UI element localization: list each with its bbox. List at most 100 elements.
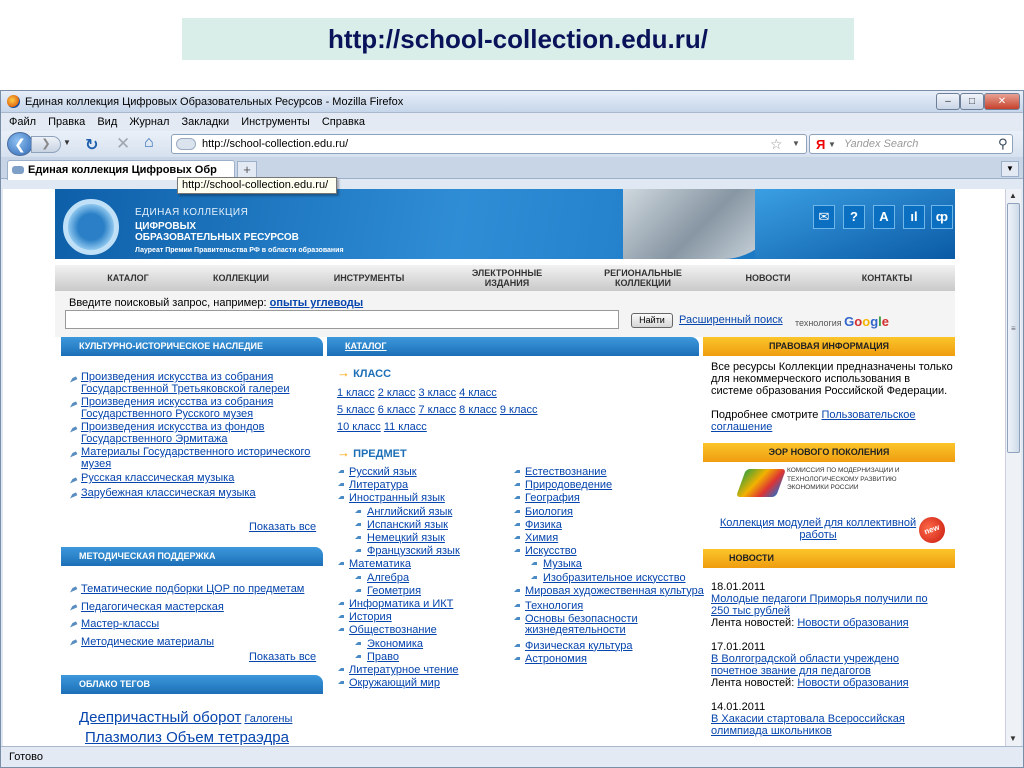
subject-link[interactable]: История: [349, 611, 392, 623]
search-placeholder[interactable]: Yandex Search: [844, 138, 918, 150]
class-link[interactable]: 4 класс: [459, 387, 497, 399]
class-link[interactable]: 6 класс: [378, 404, 416, 416]
menu-help[interactable]: Справка: [322, 113, 365, 131]
subject-link[interactable]: Математика: [349, 558, 411, 570]
list-item[interactable]: Тематические подборки ЦОР по предметам: [67, 581, 319, 599]
news-link[interactable]: В Волгоградской области учреждено почетн…: [711, 653, 899, 677]
nav-news[interactable]: НОВОСТИ: [723, 265, 813, 291]
subject-item[interactable]: Обществознание: [335, 623, 505, 636]
subject-item[interactable]: Биология: [511, 505, 711, 518]
nav-catalog[interactable]: КАТАЛОГ: [83, 265, 173, 291]
address-text[interactable]: http://school-collection.edu.ru/: [202, 138, 348, 150]
subject-item[interactable]: Физика: [511, 518, 711, 531]
subject-item[interactable]: Технология: [511, 599, 711, 612]
news-feed-link[interactable]: Новости образования: [797, 617, 908, 629]
news-feed-link[interactable]: Новости образования: [797, 677, 908, 689]
subject-item[interactable]: Литература: [335, 478, 505, 491]
nav-collections[interactable]: КОЛЛЕКЦИИ: [193, 265, 289, 291]
subject-item[interactable]: Право: [335, 650, 505, 663]
subject-item[interactable]: Литературное чтение: [335, 663, 505, 676]
bookmark-star-icon[interactable]: ☆: [770, 136, 783, 153]
subject-link[interactable]: Алгебра: [367, 572, 409, 584]
subject-item[interactable]: Русский язык: [335, 465, 505, 478]
heritage-show-all[interactable]: Показать все: [249, 521, 316, 533]
modules-link[interactable]: Коллекция модулей для коллективной работ…: [715, 517, 921, 541]
search-example-link[interactable]: опыты углеводы: [270, 297, 364, 309]
list-item[interactable]: Материалы Государственного исторического…: [67, 446, 317, 470]
subject-item[interactable]: Изобразительное искусство: [511, 571, 711, 584]
subject-link[interactable]: Литература: [349, 479, 408, 491]
tag-small[interactable]: Галогены: [244, 713, 292, 725]
subject-item[interactable]: Основы безопасности жизнедеятельности: [511, 612, 711, 636]
class-link[interactable]: 11 класс: [384, 421, 427, 433]
subject-item[interactable]: Экономика: [335, 637, 505, 650]
subject-item[interactable]: Информатика и ИКТ: [335, 597, 505, 610]
site-search-button[interactable]: Найти: [631, 313, 673, 328]
subject-link[interactable]: Технология: [525, 600, 583, 612]
menu-view[interactable]: Вид: [97, 113, 117, 131]
nav-regional-collections[interactable]: РЕГИОНАЛЬНЫЕ КОЛЛЕКЦИИ: [589, 265, 697, 291]
menu-history[interactable]: Журнал: [129, 113, 169, 131]
subject-link[interactable]: Естествознание: [525, 466, 607, 478]
class-link[interactable]: 8 класс: [459, 404, 497, 416]
subject-item[interactable]: Астрономия: [511, 652, 711, 665]
stats-icon[interactable]: ıl: [903, 205, 925, 229]
menu-edit[interactable]: Правка: [48, 113, 85, 131]
menu-tools[interactable]: Инструменты: [241, 113, 310, 131]
class-link[interactable]: 3 класс: [418, 387, 456, 399]
subject-link[interactable]: Экономика: [367, 638, 423, 650]
subject-link[interactable]: Изобразительное искусство: [543, 572, 686, 584]
subject-item[interactable]: Природоведение: [511, 478, 711, 491]
tab-list-icon[interactable]: ▼: [1001, 161, 1019, 177]
subject-item[interactable]: Окружающий мир: [335, 676, 505, 689]
subject-item[interactable]: Музыка: [511, 557, 711, 570]
minimize-button[interactable]: –: [936, 93, 960, 110]
list-item[interactable]: Педагогическая мастерская: [67, 599, 319, 617]
subject-link[interactable]: Химия: [525, 532, 558, 544]
list-item[interactable]: Произведения искусства из собрания Госуд…: [67, 396, 317, 420]
class-link[interactable]: 10 класс: [337, 421, 381, 433]
subject-item[interactable]: Алгебра: [335, 571, 505, 584]
commission-logo[interactable]: КОМИССИЯ ПО МОДЕРНИЗАЦИИ И ТЕХНОЛОГИЧЕСК…: [735, 463, 917, 503]
forward-arrow-icon[interactable]: ❯: [31, 136, 61, 153]
subject-link[interactable]: Астрономия: [525, 653, 587, 665]
list-item[interactable]: Зарубежная классическая музыка: [67, 487, 317, 499]
site-search-input[interactable]: [65, 310, 619, 329]
font-size-icon[interactable]: A: [873, 205, 895, 229]
subject-link[interactable]: Иностранный язык: [349, 492, 445, 504]
subject-link[interactable]: Природоведение: [525, 479, 612, 491]
logo-disc-icon[interactable]: [63, 199, 119, 255]
engine-dropdown-icon[interactable]: ▼: [828, 140, 836, 149]
subject-link[interactable]: Музыка: [543, 558, 582, 570]
list-item[interactable]: Русская классическая музыка: [67, 472, 317, 484]
class-link[interactable]: 1 класс: [337, 387, 375, 399]
history-dropdown-icon[interactable]: ▼: [63, 138, 71, 147]
subject-item[interactable]: Испанский язык: [335, 518, 505, 531]
advanced-search-link[interactable]: Расширенный поиск: [679, 314, 783, 326]
subject-link[interactable]: Немецкий язык: [367, 532, 445, 544]
class-link[interactable]: 7 класс: [418, 404, 456, 416]
scroll-down-icon[interactable]: ▼: [1009, 734, 1017, 743]
menu-bookmarks[interactable]: Закладки: [182, 113, 230, 131]
reload-icon[interactable]: ↻: [85, 135, 98, 155]
subject-item[interactable]: Французский язык: [335, 544, 505, 557]
list-item[interactable]: Произведения искусства из фондов Государ…: [67, 421, 317, 445]
close-button[interactable]: ✕: [984, 93, 1020, 110]
scroll-up-icon[interactable]: ▲: [1009, 191, 1017, 200]
mail-icon[interactable]: ✉: [813, 205, 835, 229]
stop-icon[interactable]: ✕: [116, 134, 130, 154]
address-dropdown-icon[interactable]: ▼: [792, 139, 800, 148]
maximize-button[interactable]: □: [960, 93, 984, 110]
subject-link[interactable]: Основы безопасности жизнедеятельности: [525, 613, 638, 637]
list-item[interactable]: Произведения искусства из собрания Госуд…: [67, 371, 317, 395]
nav-tools[interactable]: ИНСТРУМЕНТЫ: [317, 265, 421, 291]
subject-item[interactable]: Физическая культура: [511, 639, 711, 652]
class-link[interactable]: 2 класс: [378, 387, 416, 399]
subject-link[interactable]: Окружающий мир: [349, 677, 440, 689]
subject-item[interactable]: Немецкий язык: [335, 531, 505, 544]
subject-link[interactable]: Мировая художественная культура: [525, 585, 704, 597]
subject-link[interactable]: Литературное чтение: [349, 664, 459, 676]
address-bar[interactable]: http://school-collection.edu.ru/ ☆ ▼: [171, 134, 807, 154]
menu-file[interactable]: Файл: [9, 113, 36, 131]
subject-item[interactable]: География: [511, 491, 711, 504]
